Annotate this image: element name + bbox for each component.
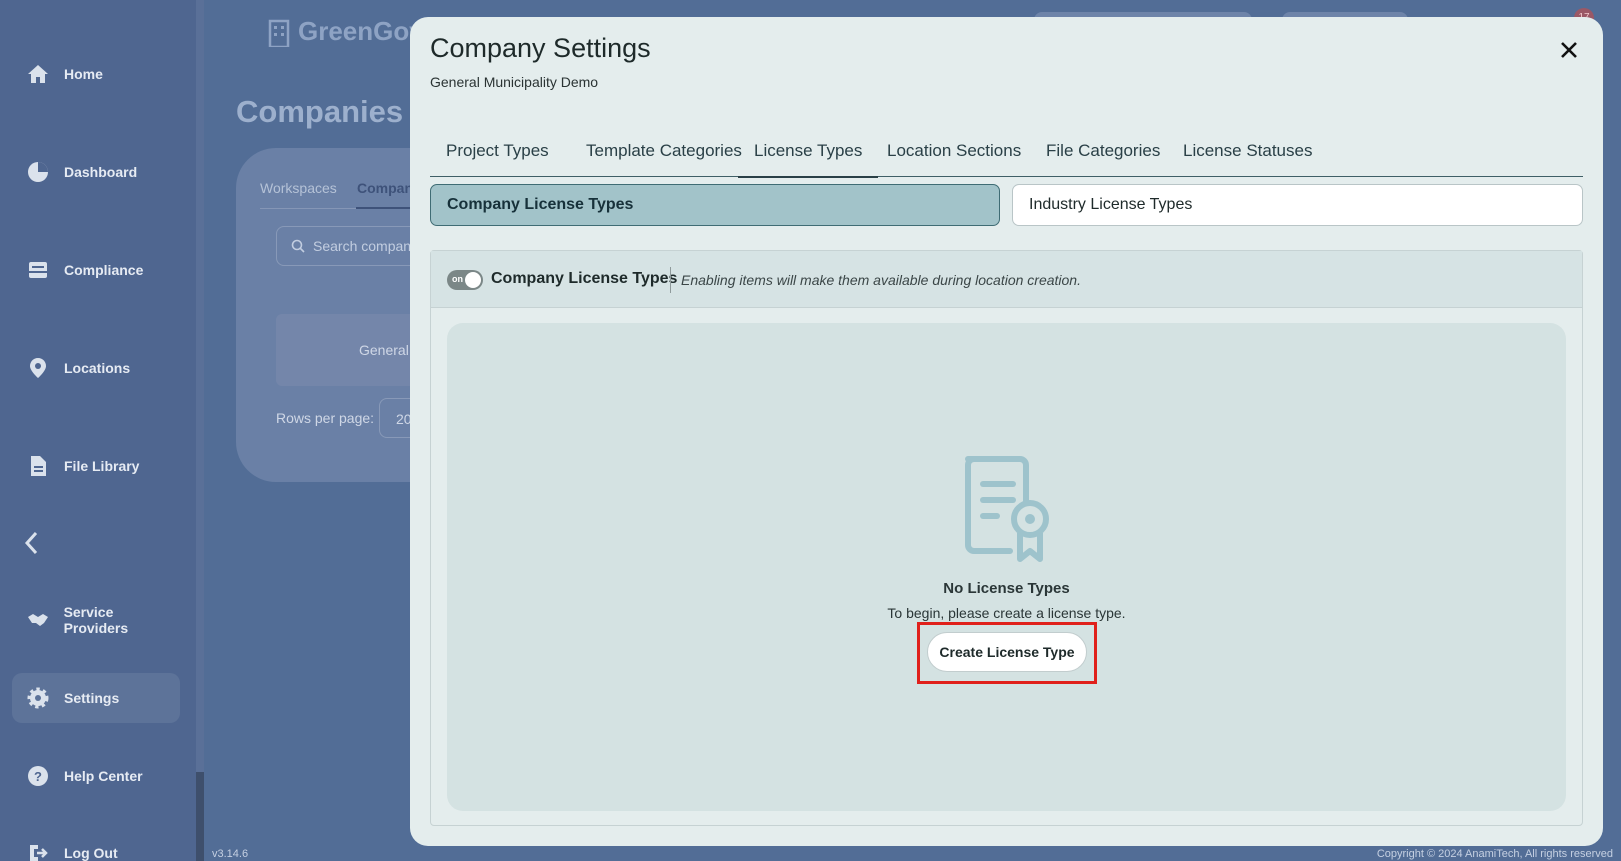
app-logo: GreenGov [266,16,424,48]
tab-workspaces[interactable]: Workspaces [260,180,337,196]
empty-state: No License Types To begin, please create… [447,323,1566,811]
sidebar-item-label: File Library [64,458,140,474]
building-icon [266,17,294,48]
version-label: v3.14.6 [212,848,249,860]
tab-project-types[interactable]: Project Types [430,125,565,177]
modal-subtitle: General Municipality Demo [430,74,599,90]
pie-chart-icon [24,158,52,186]
panel-header: on Company License Types Enabling items … [431,251,1582,308]
inbox-icon [24,256,52,284]
scrollbar-thumb[interactable] [196,772,204,861]
license-types-panel: on Company License Types Enabling items … [430,250,1583,826]
panel-hint: Enabling items will make them available … [681,272,1081,288]
sidebar-item-label: Home [64,66,103,82]
sidebar: Home Dashboard Compliance Locations File… [0,0,196,861]
modal-title: Company Settings [430,33,651,63]
company-license-types-toggle[interactable]: Company License Types [430,184,1000,226]
sidebar-item-service-providers[interactable]: Service Providers [12,595,180,645]
tab-location-sections[interactable]: Location Sections [871,125,1037,177]
certificate-document-icon [960,453,1056,563]
home-icon [24,60,52,88]
sidebar-item-label: Help Center [64,768,143,784]
search-placeholder: Search compan [313,238,412,254]
rows-per-page-label: Rows per page: [276,410,375,426]
tab-companies[interactable]: Compan [357,180,413,196]
industry-license-types-toggle[interactable]: Industry License Types [1012,184,1583,226]
chevron-left-icon[interactable] [22,530,46,556]
gear-icon [24,684,52,712]
sidebar-scrollbar[interactable] [196,0,204,861]
sidebar-item-label: Compliance [64,262,144,278]
sidebar-item-home[interactable]: Home [12,49,180,99]
file-icon [24,452,52,480]
copyright-text: Copyright © 2024 AnamiTech, All rights r… [1376,848,1613,860]
logo-text: GreenGov [298,16,424,46]
question-icon: ? [24,762,52,790]
sidebar-item-file-library[interactable]: File Library [12,441,180,491]
sidebar-item-settings[interactable]: Settings [12,673,180,723]
empty-title: No License Types [943,580,1070,597]
sidebar-item-label: Log Out [64,845,118,861]
table-cell: General [359,342,409,358]
sidebar-item-label: Dashboard [64,164,138,180]
tab-template-categories[interactable]: Template Categories [570,125,758,177]
sidebar-item-locations[interactable]: Locations [12,343,180,393]
sidebar-item-label: Service Providers [63,604,129,636]
tab-license-statuses[interactable]: License Statuses [1167,125,1328,177]
sidebar-item-compliance[interactable]: Compliance [12,245,180,295]
logout-icon [24,839,52,861]
map-pin-icon [24,354,52,382]
handshake-icon [24,606,52,634]
empty-description: To begin, please create a license type. [887,605,1126,621]
create-license-type-button[interactable]: Create License Type [927,632,1087,672]
sidebar-item-help-center[interactable]: ? Help Center [12,751,180,801]
switch-knob [465,272,481,288]
company-settings-modal: Company Settings General Municipality De… [410,17,1603,846]
divider [670,267,671,293]
tab-license-types[interactable]: License Types [738,125,879,178]
search-icon [291,239,305,253]
sidebar-item-log-out[interactable]: Log Out [12,828,180,861]
page-title: Companies [236,94,404,129]
sidebar-item-dashboard[interactable]: Dashboard [12,147,180,197]
tab-file-categories[interactable]: File Categories [1030,125,1176,177]
close-icon[interactable] [1558,39,1580,61]
switch-label: on [452,274,463,284]
svg-text:?: ? [34,769,42,784]
search-input[interactable]: Search compan [276,226,426,266]
sidebar-item-label: Settings [64,690,120,706]
panel-title: Company License Types [491,270,678,287]
tab-underline [356,207,416,209]
sidebar-item-label: Locations [64,360,131,376]
settings-tabs: Project Types Template Categories Licens… [430,125,1583,178]
enable-switch[interactable]: on [447,270,483,290]
